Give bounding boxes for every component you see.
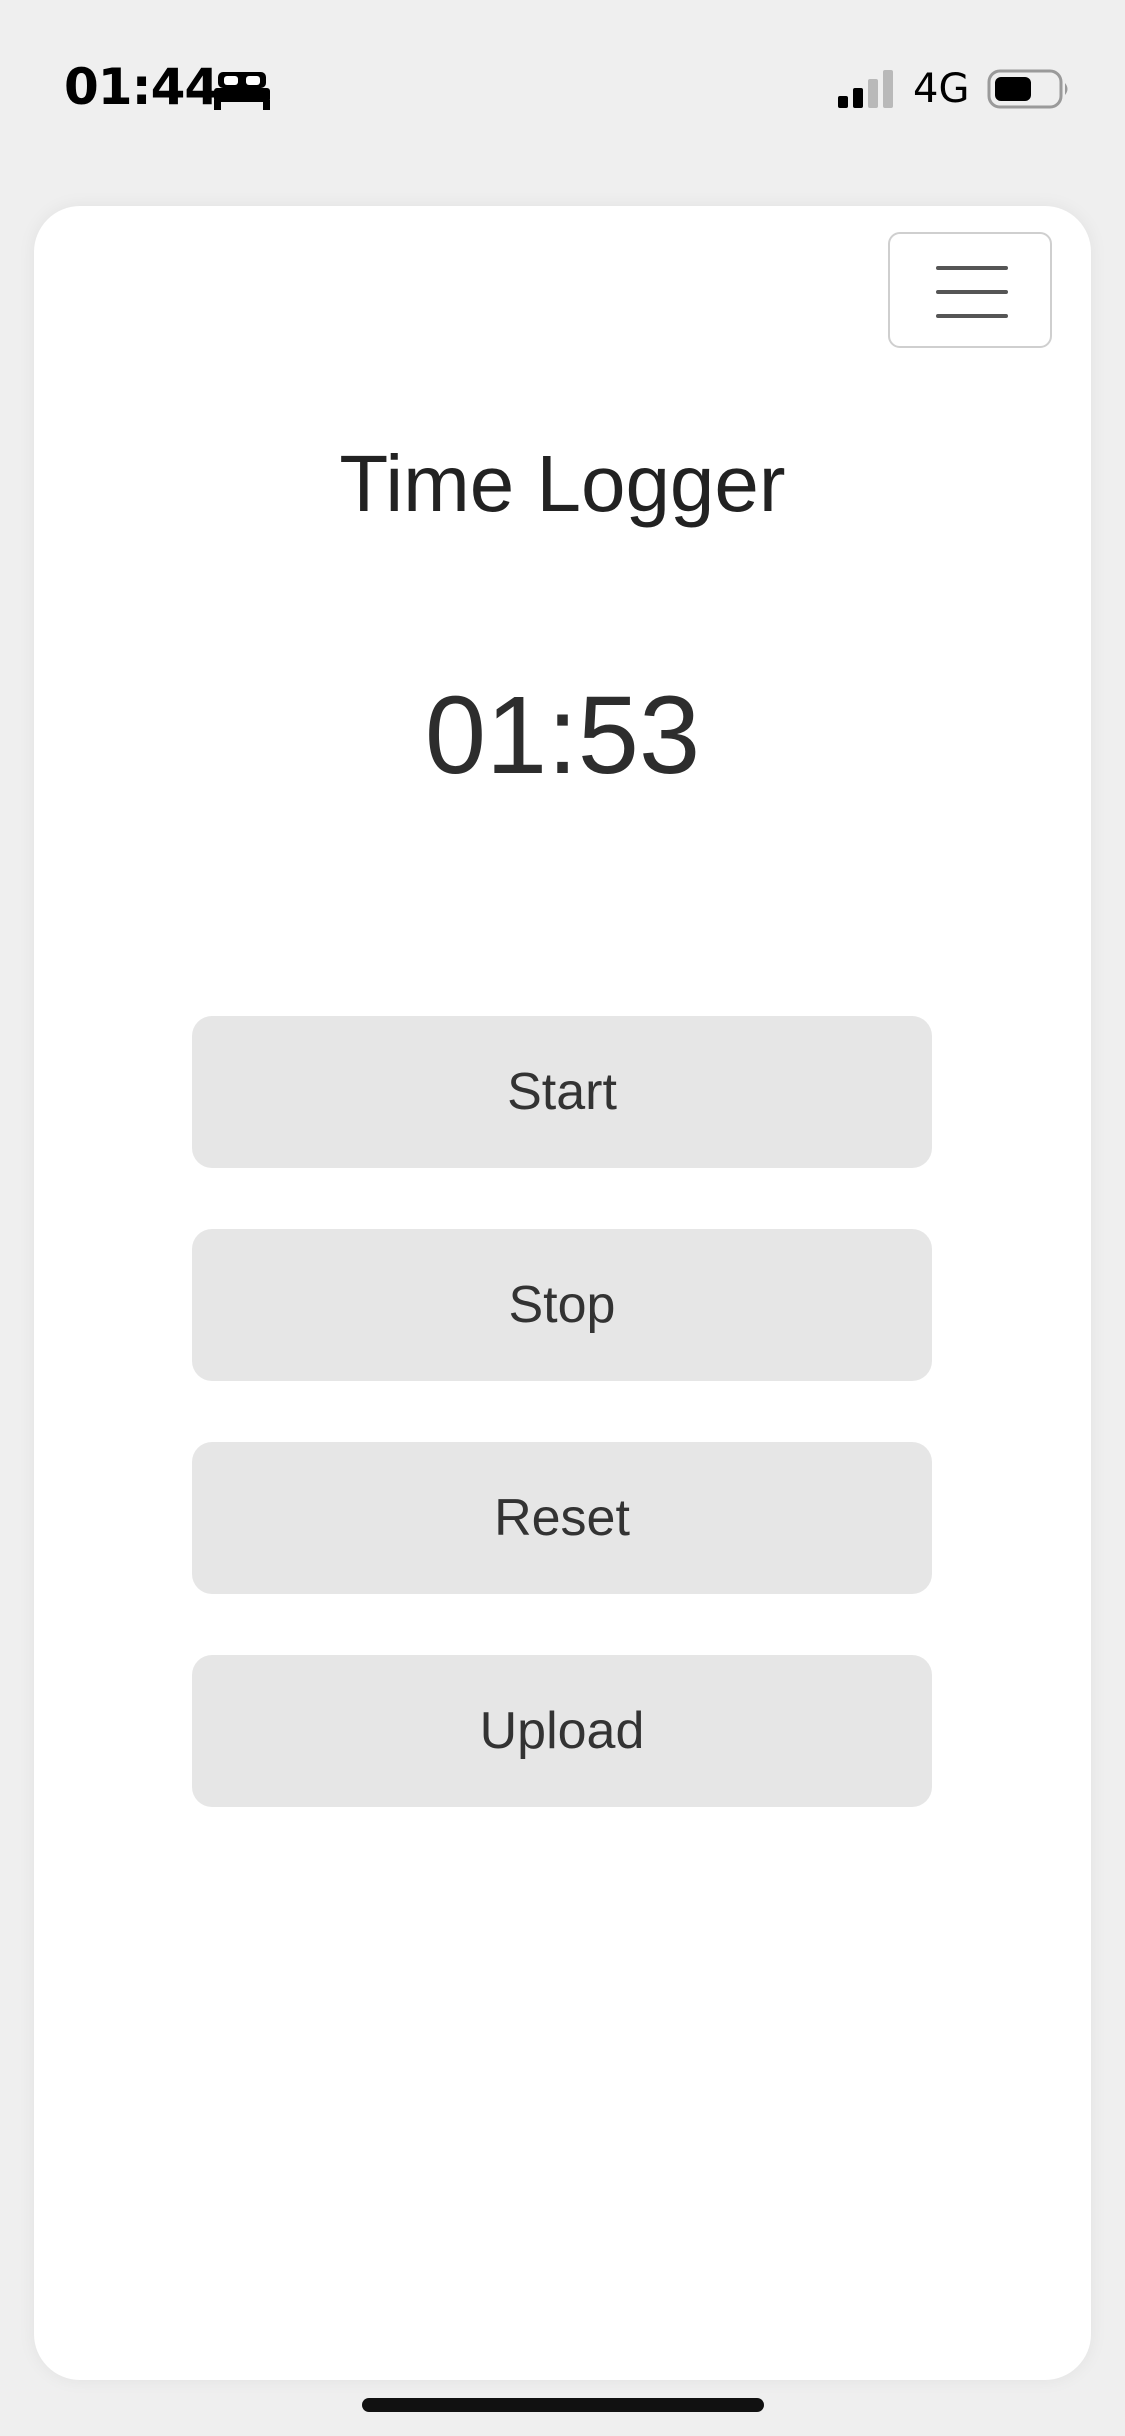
stop-button[interactable]: Stop xyxy=(192,1229,932,1381)
home-indicator[interactable] xyxy=(362,2398,764,2412)
network-type: 4G xyxy=(913,66,970,112)
status-bar: 01:44 4G xyxy=(0,0,1125,180)
timer-display: 01:53 xyxy=(424,674,701,797)
start-button[interactable]: Start xyxy=(192,1016,932,1168)
main-card: Time Logger 01:53 Start Stop Reset Uploa… xyxy=(34,206,1091,2380)
status-time: 01:44 xyxy=(64,58,219,116)
cellular-signal-icon xyxy=(838,70,893,108)
upload-button[interactable]: Upload xyxy=(192,1655,932,1807)
reset-button[interactable]: Reset xyxy=(192,1442,932,1594)
bed-icon xyxy=(214,72,270,110)
menu-button[interactable] xyxy=(888,232,1052,348)
battery-icon xyxy=(987,69,1068,109)
page-title: Time Logger xyxy=(339,439,786,528)
